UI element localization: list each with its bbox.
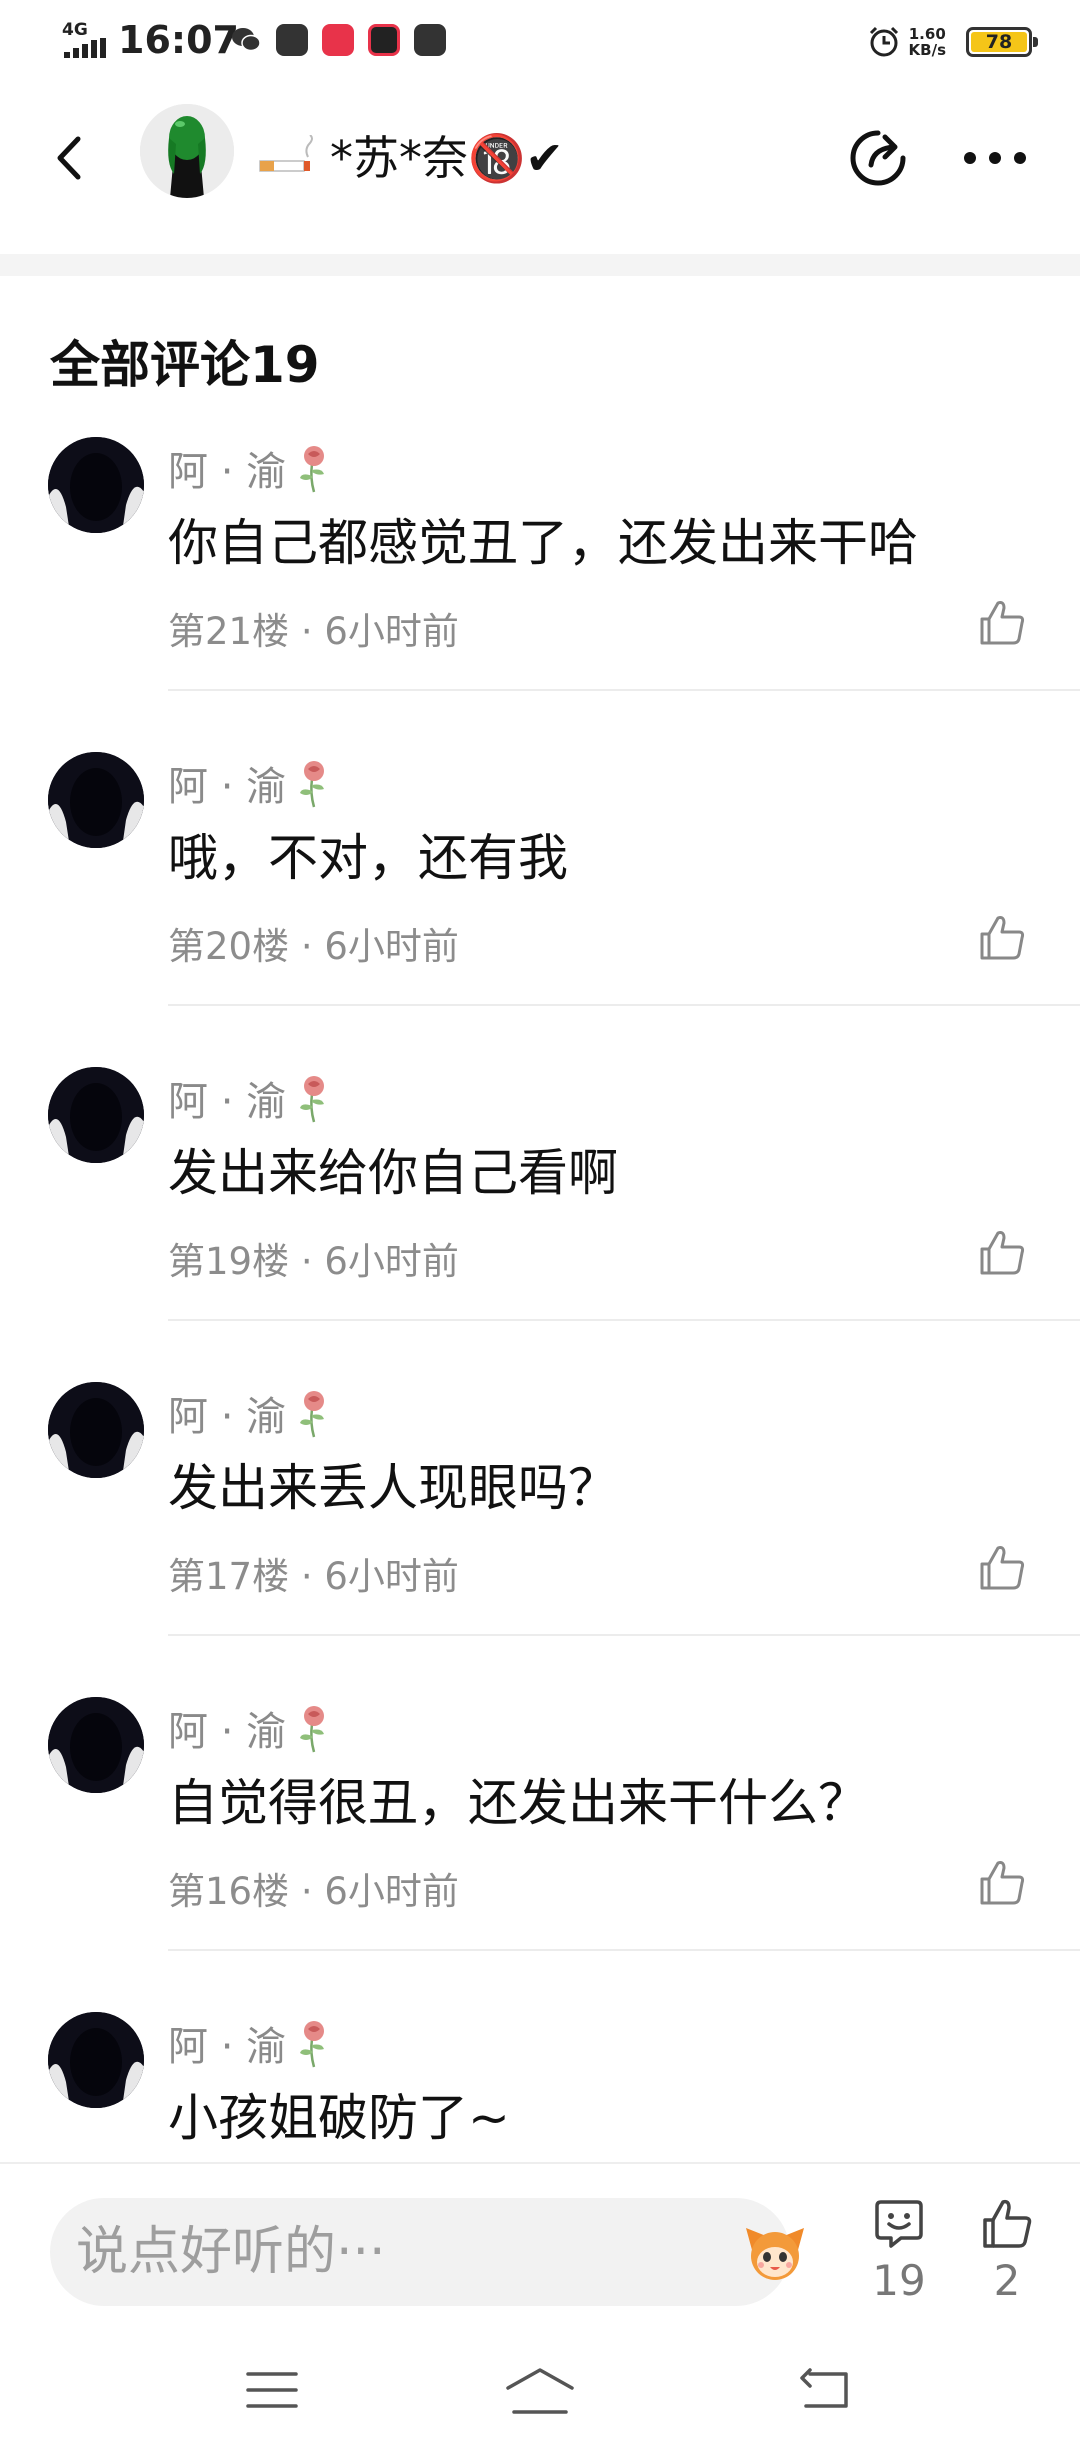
comment-item[interactable]: 阿 · 渝你自己都感觉丑了，还发出来干哈第21楼 · 6小时前 xyxy=(0,437,1080,752)
chevron-left-icon xyxy=(57,136,81,180)
share-icon xyxy=(850,130,906,186)
status-right: 1.60 KB/s 78 xyxy=(867,22,1038,62)
author-name[interactable]: *苏*奈🔞✔ xyxy=(258,122,564,188)
commenter-avatar[interactable] xyxy=(48,2012,144,2108)
back-button[interactable] xyxy=(40,128,100,188)
thumbs-up-icon[interactable] xyxy=(974,910,1030,966)
more-button[interactable] xyxy=(950,118,1040,198)
comment-meta: 第17楼 · 6小时前 xyxy=(168,1555,459,1598)
commenter-avatar[interactable] xyxy=(48,752,144,848)
rose-icon xyxy=(300,2021,325,2068)
thumbs-up-icon[interactable] xyxy=(974,1855,1030,1911)
app-notification-icon xyxy=(276,24,308,56)
app-notification-icon-2 xyxy=(414,24,446,56)
more-icon xyxy=(964,152,1026,164)
comments-heading: 全部评论19 xyxy=(50,336,320,394)
nav-menu-button[interactable] xyxy=(232,2350,312,2430)
commenter-avatar[interactable] xyxy=(48,437,144,533)
comment-text: 自觉得很丑，还发出来干什么？ xyxy=(168,1774,868,1832)
system-nav-bar xyxy=(0,2316,1080,2460)
comment-meta: 第19楼 · 6小时前 xyxy=(168,1240,459,1283)
comment-divider xyxy=(168,689,1080,691)
post-header: *苏*奈🔞✔ xyxy=(0,82,1080,254)
wechat-icon xyxy=(232,28,261,52)
app-screen: 4G 16:07 1.60 KB/s 78 *苏*奈🔞✔ 全部评论19 阿 · … xyxy=(0,0,1080,2460)
emoji-icon[interactable] xyxy=(742,2220,808,2286)
commenter-avatar[interactable] xyxy=(48,1067,144,1163)
commenter-avatar[interactable] xyxy=(48,1697,144,1793)
comment-divider xyxy=(168,1004,1080,1006)
comment-bubble-icon xyxy=(875,2200,923,2248)
commenter-name[interactable]: 阿 · 渝 xyxy=(168,1384,332,1442)
like-count: 2 xyxy=(993,2256,1021,2305)
author-avatar[interactable] xyxy=(140,104,234,198)
home-icon xyxy=(506,2368,574,2414)
comment-meta: 第20楼 · 6小时前 xyxy=(168,925,459,968)
thumbs-up-icon[interactable] xyxy=(974,595,1030,651)
rose-icon xyxy=(300,1076,325,1123)
commenter-avatar[interactable] xyxy=(48,1382,144,1478)
rose-icon xyxy=(300,1706,325,1753)
battery-icon: 78 xyxy=(966,27,1038,57)
network-type: 4G xyxy=(62,20,88,40)
video-app-icon xyxy=(368,24,400,56)
comment-divider xyxy=(168,1634,1080,1636)
net-speed: 1.60 KB/s xyxy=(908,25,946,59)
comment-bar: 19 2 xyxy=(0,2162,1080,2316)
comment-item[interactable]: 阿 · 渝发出来给你自己看啊第19楼 · 6小时前 xyxy=(0,1067,1080,1382)
cigarette-icon xyxy=(259,135,313,172)
commenter-name[interactable]: 阿 · 渝 xyxy=(168,1699,332,1757)
comment-input[interactable] xyxy=(76,2198,676,2306)
comment-meta: 第16楼 · 6小时前 xyxy=(168,1870,459,1913)
rose-icon xyxy=(300,761,325,808)
battery-level: 78 xyxy=(971,31,1027,53)
rose-icon xyxy=(300,1391,325,1438)
comment-text: 发出来给你自己看啊 xyxy=(168,1144,618,1202)
comment-input-box[interactable] xyxy=(50,2198,804,2306)
comment-count: 19 xyxy=(872,2256,926,2305)
section-divider xyxy=(0,254,1080,276)
comment-text: 你自己都感觉丑了，还发出来干哈 xyxy=(168,514,918,572)
red-app-icon xyxy=(322,24,354,56)
back-icon xyxy=(800,2368,848,2408)
nav-back-button[interactable] xyxy=(784,2350,864,2430)
thumbs-up-icon xyxy=(983,2199,1032,2248)
share-button[interactable] xyxy=(838,118,918,198)
commenter-name[interactable]: 阿 · 渝 xyxy=(168,439,332,497)
comment-text: 小孩姐破防了~ xyxy=(168,2089,510,2147)
rose-icon xyxy=(300,446,325,493)
alarm-icon xyxy=(869,26,898,57)
menu-icon xyxy=(246,2372,298,2408)
comment-item[interactable]: 阿 · 渝哦，不对，还有我第20楼 · 6小时前 xyxy=(0,752,1080,1067)
comment-item[interactable]: 阿 · 渝发出来丢人现眼吗？ 第17楼 · 6小时前 xyxy=(0,1382,1080,1697)
comment-text: 发出来丢人现眼吗？ xyxy=(168,1459,618,1517)
comment-divider xyxy=(168,1319,1080,1321)
like-count-button[interactable]: 2 xyxy=(972,2196,1042,2305)
comment-meta: 第21楼 · 6小时前 xyxy=(168,610,459,653)
comment-count-button[interactable]: 19 xyxy=(864,2196,934,2305)
nav-home-button[interactable] xyxy=(500,2350,580,2430)
comment-item[interactable]: 阿 · 渝自觉得很丑，还发出来干什么？ 第16楼 · 6小时前 xyxy=(0,1697,1080,2012)
clock: 16:07 xyxy=(118,18,239,62)
commenter-name[interactable]: 阿 · 渝 xyxy=(168,1069,332,1127)
commenter-name[interactable]: 阿 · 渝 xyxy=(168,2014,332,2072)
signal-icon xyxy=(64,38,106,58)
thumbs-up-icon[interactable] xyxy=(974,1225,1030,1281)
comment-divider xyxy=(168,1949,1080,1951)
comment-text: 哦，不对，还有我 xyxy=(168,829,568,887)
commenter-name[interactable]: 阿 · 渝 xyxy=(168,754,332,812)
status-bar: 4G 16:07 1.60 KB/s 78 xyxy=(0,0,1080,82)
thumbs-up-icon[interactable] xyxy=(974,1540,1030,1596)
